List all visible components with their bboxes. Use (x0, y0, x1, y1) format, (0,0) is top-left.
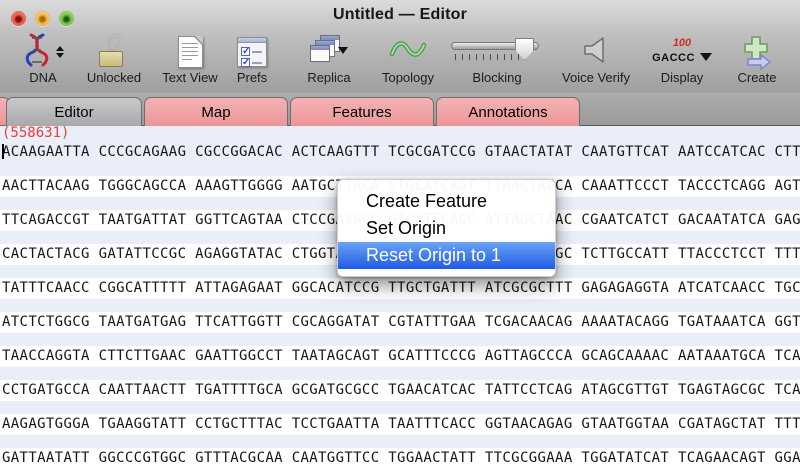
tab-bar: Editor Map Features Annotations (0, 93, 800, 126)
position-indicator: (558631) (0, 126, 800, 142)
app-window: Untitled — Editor DNA (0, 0, 800, 466)
sequence-row[interactable]: ACAAGAATTA CCCGCAGAAG CGCCGGACAC ACTCAAG… (0, 142, 800, 176)
toolbar-label: Voice Verify (550, 70, 642, 85)
toolbar-item-voice-verify[interactable]: Voice Verify (550, 32, 642, 90)
toolbar-label: Replica (290, 70, 368, 85)
display-sequence: GACCC (652, 52, 695, 64)
tab-label: Annotations (468, 104, 547, 121)
sequence-row[interactable]: GATTAATATT GGCCCGTGGC GTTTACGCAA CAATGGT… (0, 448, 800, 466)
create-icon (740, 34, 774, 70)
tab-editor[interactable]: Editor (6, 97, 142, 126)
toolbar-label: Prefs (226, 70, 278, 85)
toolbar-label: DNA (8, 70, 78, 85)
blocking-slider-icon (451, 36, 543, 68)
menu-item-create-feature[interactable]: Create Feature (338, 188, 555, 215)
sequence-row[interactable]: AAGAGTGGGA TGAAGGTATT CCTGCTTTAC TCCTGAA… (0, 414, 800, 448)
toolbar-item-unlocked[interactable]: Unlocked (78, 32, 150, 90)
toolbar-label: Unlocked (78, 70, 150, 85)
toolbar-item-dna[interactable]: DNA (8, 32, 78, 90)
menu-item-set-origin[interactable]: Set Origin (338, 215, 555, 242)
tab-label: Features (332, 104, 391, 121)
sequence-row[interactable]: TATTTCAACC CGGCATTTTT ATTAGAGAAT GGCACAT… (0, 278, 800, 312)
menu-item-reset-origin-to-1[interactable]: Reset Origin to 1 (338, 242, 555, 269)
toolbar-item-create[interactable]: Create (724, 32, 790, 90)
tab-features[interactable]: Features (290, 97, 434, 126)
toolbar-item-display[interactable]: 100 GACCC Display (648, 32, 716, 90)
chevron-down-icon (700, 53, 712, 61)
toolbar-label: Create (724, 70, 790, 85)
prefs-icon: ✓ ✓ (237, 37, 267, 67)
text-cursor (2, 144, 4, 159)
tab-map[interactable]: Map (144, 97, 288, 126)
unlock-icon (97, 35, 131, 69)
toolbar-label: Blocking (450, 70, 544, 85)
toolbar-label: Topology (372, 70, 444, 85)
replica-icon (310, 35, 348, 69)
window-title: Untitled — Editor (0, 6, 800, 24)
tab-annotations[interactable]: Annotations (436, 97, 580, 126)
display-count: 100 (652, 38, 712, 50)
tab-label: Map (201, 104, 230, 121)
context-menu: Create Feature Set Origin Reset Origin t… (337, 179, 556, 277)
toolbar-label: Display (648, 70, 716, 85)
chevron-down-icon (338, 47, 348, 54)
document-icon (178, 36, 203, 68)
sequence-row[interactable]: TAACCAGGTA CTTCTTGAAC GAATTGGCCT TAATAGC… (0, 346, 800, 380)
toolbar-item-blocking[interactable]: Blocking (450, 32, 544, 90)
dna-icon (22, 33, 52, 72)
toolbar-item-replica[interactable]: Replica (290, 32, 368, 90)
display-icon: 100 GACCC (652, 38, 712, 66)
toolbar: DNA Unlocked Text View (0, 30, 800, 93)
title-bar: Untitled — Editor (0, 0, 800, 30)
toolbar-item-prefs[interactable]: ✓ ✓ Prefs (226, 32, 278, 90)
sequence-editor[interactable]: (558631) ACAAGAATTA CCCGCAGAAG CGCCGGACA… (0, 126, 800, 466)
toolbar-item-text-view[interactable]: Text View (152, 32, 228, 90)
toolbar-item-topology[interactable]: Topology (372, 32, 444, 90)
sequence-row[interactable]: ATCTCTGGCG TAATGATGAG TTCATTGGTT CGCAGGA… (0, 312, 800, 346)
speaker-icon (581, 35, 611, 70)
dna-stepper[interactable] (56, 46, 64, 58)
tab-label: Editor (54, 104, 93, 121)
topology-icon (389, 39, 427, 66)
sequence-row[interactable]: CCTGATGCCA CAATTAACTT TGATTTTGCA GCGATGC… (0, 380, 800, 414)
toolbar-label: Text View (152, 70, 228, 85)
